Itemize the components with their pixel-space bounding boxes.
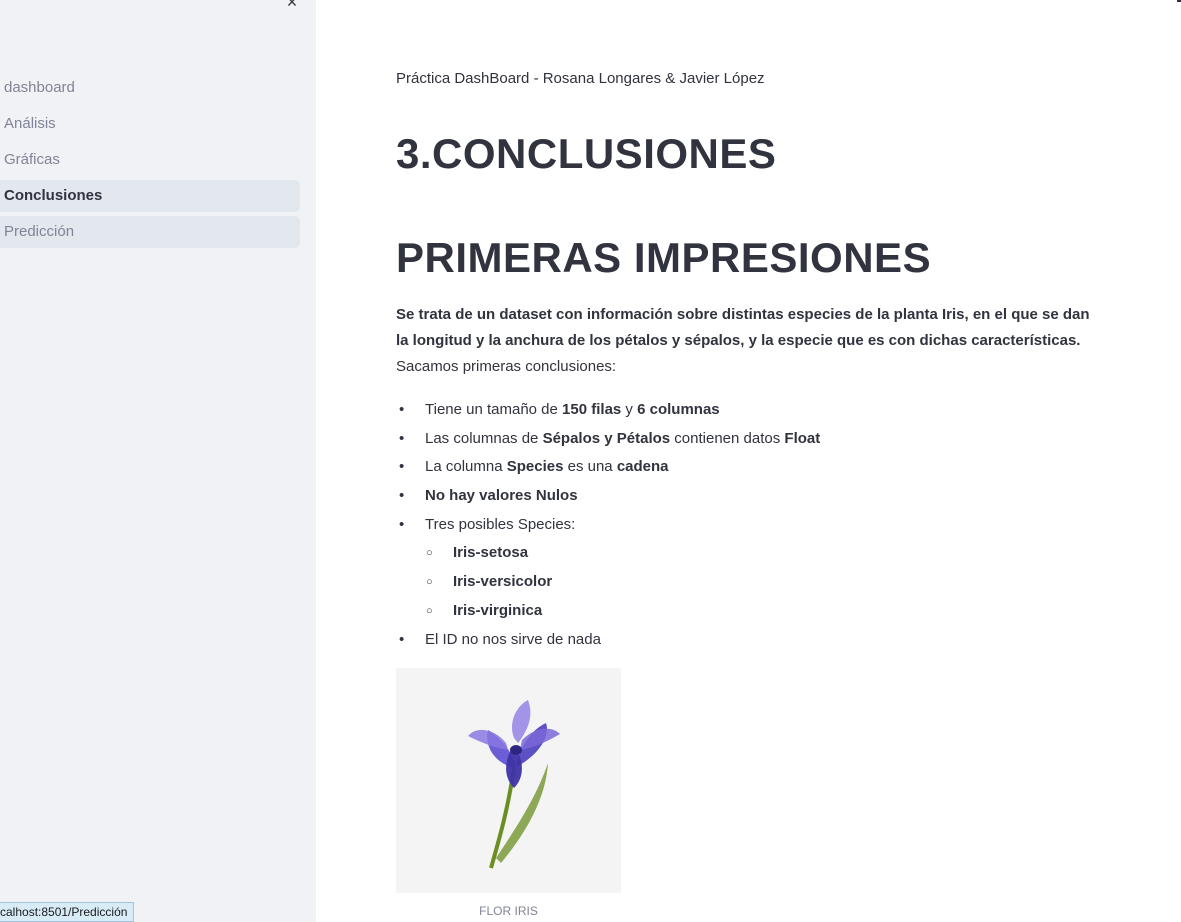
list-bold: No hay valores Nulos [425, 487, 578, 505]
sidebar-item-prediccion[interactable]: Predicción [0, 216, 300, 248]
list-bold: cadena [616, 458, 669, 476]
iris-flower-image [396, 668, 621, 893]
sub-list-item: ○ Iris-virginica [396, 597, 820, 626]
list-text: es una [563, 458, 617, 476]
list-item: • La columna Species es una cadena [396, 453, 820, 482]
section-title: PRIMERAS IMPRESIONES [396, 234, 932, 281]
close-icon[interactable]: × [284, 0, 300, 11]
image-caption: FLOR IRIS [479, 904, 538, 918]
sidebar-item-graficas[interactable]: Gráficas [0, 144, 300, 176]
list-item: • Tres posibles Species: [396, 511, 820, 540]
list-text: Tres posibles Species: [425, 515, 576, 533]
disc-bullet-icon: • [399, 487, 405, 505]
intro-bold-text: Se trata de un dataset con información s… [396, 306, 1090, 349]
list-bold: 150 filas [562, 401, 622, 418]
list-item: • El ID no nos sirve de nada [396, 626, 820, 655]
species-name: Iris-virginica [453, 601, 543, 619]
sidebar-item-analisis[interactable]: Análisis [0, 108, 300, 140]
circle-bullet-icon: ○ [426, 604, 433, 617]
sidebar: × dashboard Análisis Gráficas Conclusion… [0, 0, 316, 922]
sidebar-item-dashboard[interactable]: dashboard [0, 72, 300, 104]
disc-bullet-icon: • [399, 630, 405, 648]
list-text: contienen datos [670, 429, 785, 447]
page-subtitle: Práctica DashBoard - Rosana Longares & J… [396, 70, 765, 87]
intro-paragraph: Se trata de un dataset con información s… [396, 302, 1096, 380]
list-bold: 6 columnas [637, 401, 720, 418]
list-item: • Las columnas de Sépalos y Pétalos cont… [396, 425, 820, 454]
species-name: Iris-versicolor [453, 573, 553, 591]
list-text: Tiene un tamaño de [425, 401, 563, 418]
circle-bullet-icon: ○ [426, 576, 433, 589]
disc-bullet-icon: • [399, 515, 405, 533]
page-title: 3.CONCLUSIONES [396, 130, 777, 177]
list-bold: Float [784, 429, 821, 447]
list-text: y [621, 401, 638, 418]
conclusions-list: • Tiene un tamaño de 150 filas y 6 colum… [396, 396, 820, 654]
disc-bullet-icon: • [399, 458, 405, 476]
sidebar-nav: dashboard Análisis Gráficas Conclusiones… [0, 72, 300, 252]
circle-bullet-icon: ○ [426, 547, 433, 560]
list-item: • No hay valores Nulos [396, 482, 820, 511]
corner-mark [1177, 0, 1181, 2]
species-name: Iris-setosa [453, 544, 529, 562]
list-text: El ID no nos sirve de nada [425, 630, 601, 648]
disc-bullet-icon: • [399, 401, 405, 418]
iris-flower-icon [468, 700, 560, 869]
intro-normal-text: Sacamos primeras conclusiones: [396, 358, 617, 375]
disc-bullet-icon: • [399, 429, 405, 447]
sidebar-item-conclusiones[interactable]: Conclusiones [0, 180, 300, 212]
list-text: La columna [425, 458, 507, 476]
list-bold: Species [506, 458, 564, 476]
list-bold: Sépalos y Pétalos [542, 429, 671, 447]
sub-list-item: ○ Iris-versicolor [396, 568, 820, 597]
sub-list-item: ○ Iris-setosa [396, 539, 820, 568]
list-item: • Tiene un tamaño de 150 filas y 6 colum… [396, 396, 820, 425]
list-text: Las columnas de [425, 429, 543, 447]
status-bar-url: calhost:8501/Predicción [0, 902, 135, 922]
